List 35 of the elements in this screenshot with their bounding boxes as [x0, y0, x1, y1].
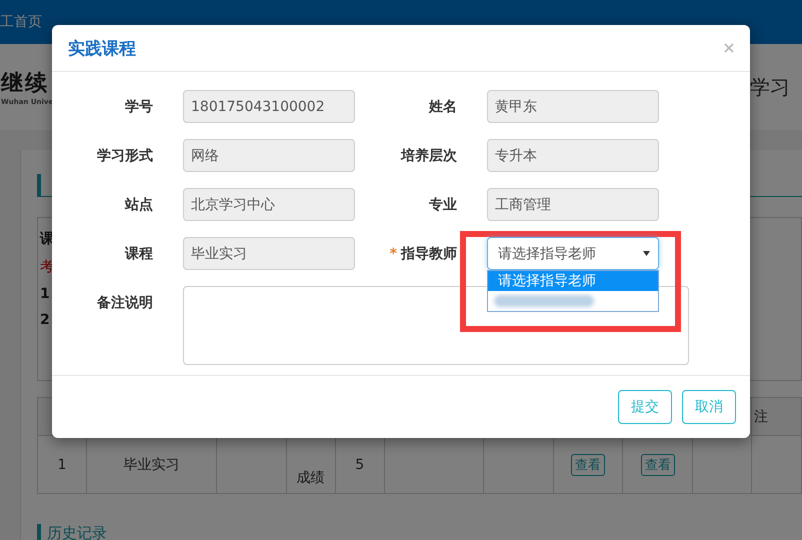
table-cell: 1: [58, 456, 66, 472]
field-label: 备注说明: [96, 294, 153, 312]
field-label: 站点: [124, 196, 153, 214]
select-field[interactable]: 请选择指导老师: [487, 237, 659, 270]
section-title: 历史记录: [46, 524, 107, 540]
info-text: 2: [40, 312, 50, 328]
field-label: 课程: [124, 244, 153, 262]
field-label: 学习形式: [96, 146, 153, 164]
input-field[interactable]: 黄甲东: [487, 90, 659, 123]
section-marker: [37, 524, 41, 540]
column-header: 注: [754, 408, 768, 424]
input-field[interactable]: 北京学习中心: [183, 188, 355, 221]
field-label: 姓名: [428, 98, 457, 116]
input-field[interactable]: 180175043100002: [183, 90, 355, 123]
dialog-title: 实践课程: [68, 38, 136, 60]
info-text: 1: [40, 286, 50, 302]
field-label: 培养层次: [400, 146, 457, 164]
table-cell: 成绩: [296, 470, 325, 486]
table-cell: 5: [355, 456, 364, 472]
field-label: 指导教师: [401, 246, 457, 262]
input-field[interactable]: 工商管理: [487, 188, 659, 221]
input-field[interactable]: 专升本: [487, 139, 659, 172]
dropdown-option[interactable]: 请选择指导老师: [488, 271, 658, 291]
table-cell: 毕业实习: [124, 456, 180, 472]
input-field[interactable]: 毕业实习: [183, 237, 355, 270]
field-label: 专业: [428, 196, 457, 214]
info-text: 考: [40, 258, 54, 276]
site-title: 继续: [1, 70, 49, 98]
input-field[interactable]: 网络: [183, 139, 355, 172]
field-label: 学号: [124, 98, 153, 116]
caret-icon: [643, 251, 650, 256]
required-mark: *: [390, 246, 397, 262]
blurred-option[interactable]: [494, 295, 594, 307]
close-icon[interactable]: [724, 43, 734, 53]
header-text: 学习: [750, 74, 790, 100]
